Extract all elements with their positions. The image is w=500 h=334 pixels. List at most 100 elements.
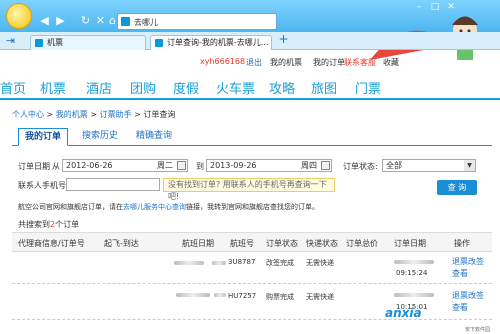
phone-label: 联系人手机号 [18, 181, 66, 190]
result-prefix: 共搜索到 [18, 220, 50, 229]
flight-number: HU7257 [228, 292, 257, 300]
menu-item-groupbuy[interactable]: 团购 [130, 78, 156, 97]
menu-item-travelphotos[interactable]: 旅图 [311, 78, 337, 97]
from-date-value: 2012-06-26 [66, 161, 113, 170]
to-weekday: 周四 [301, 161, 317, 170]
tab-list-icon[interactable]: ⇥ [4, 34, 17, 47]
refund-change-link[interactable]: 退票改签 [452, 290, 484, 301]
logout-link[interactable]: 退出 [246, 57, 262, 68]
from-date-input[interactable]: 2012-06-26 周二 [62, 159, 188, 172]
username[interactable]: xyh666168 [200, 57, 245, 66]
breadcrumb-my-tickets[interactable]: 我的机票 [56, 110, 88, 119]
tab-label: 订单查询-我的机票-去哪儿... [167, 38, 269, 47]
tab-label: 机票 [47, 38, 63, 47]
result-suffix: 个订单 [55, 220, 80, 229]
to-label: 到 [196, 162, 204, 171]
to-date-value: 2013-09-26 [210, 161, 257, 170]
column-header: 操作 [454, 239, 470, 248]
from-weekday: 周二 [157, 161, 173, 170]
column-header: 航班号 [230, 239, 254, 248]
tab-favicon-icon [35, 39, 43, 47]
column-header: 订单总价 [346, 239, 378, 248]
back-icon[interactable]: ◀ [38, 14, 51, 27]
service-center-link[interactable]: 去哪儿服务中心查询 [123, 203, 186, 211]
flight-number: 3U8787 [228, 258, 256, 266]
service-link[interactable]: 联系客服 [344, 57, 376, 68]
watermark-subtext: 安下软件园 [465, 327, 491, 333]
breadcrumb: 个人中心 > 我的机票 > 订票助手 > 订单查询 [12, 109, 175, 120]
menu-item-tickets[interactable]: 门票 [355, 78, 381, 97]
menu-item-home[interactable]: 首页 [0, 78, 26, 97]
official-order-note: 航空公司官网和旗舰店订单，请在去哪儿服务中心查询链接，我转到官网和旗舰店查找您的… [18, 202, 319, 212]
menu-item-guides[interactable]: 攻略 [269, 78, 295, 97]
phone-tip: 没有找到订单? 用联系人的手机号再查询一下吧! [163, 178, 335, 201]
order-status: 改签完成 [266, 259, 294, 267]
redacted-text [214, 293, 226, 297]
tab-my-orders[interactable]: 我的订单 [18, 128, 69, 146]
calendar-icon[interactable] [321, 161, 330, 170]
table-row: 3U8787 改签完成 无需快递 09:15:24 退票改签 查看 [12, 254, 492, 284]
order-subtabs: 我的订单 搜索历史 精确查询 [12, 126, 492, 146]
menu-item-train[interactable]: 火车票 [216, 78, 255, 97]
calendar-icon[interactable] [177, 161, 186, 170]
menu-item-hotels[interactable]: 酒店 [86, 78, 112, 97]
column-header: 航班日期 [182, 239, 214, 248]
redacted-text [176, 293, 210, 297]
redacted-text [394, 293, 434, 297]
breadcrumb-personal-center[interactable]: 个人中心 [12, 110, 44, 119]
express-status: 无需快递 [306, 259, 334, 267]
watermark-text: anxia [385, 306, 422, 320]
order-status-label: 订单状态: [343, 162, 378, 171]
navigation-bar: ◀ ▶ ↻ ✕ ⌂ 去哪儿 [0, 11, 400, 32]
note-text-before: 航空公司官网和旗舰店订单，请在 [18, 203, 123, 211]
query-button[interactable]: 查 询 [437, 180, 477, 195]
phone-input[interactable] [66, 178, 160, 191]
order-status: 购票完成 [266, 293, 294, 301]
tab-order-query[interactable]: 订单查询-我的机票-去哪儿... [150, 35, 272, 50]
new-tab-button[interactable]: + [277, 33, 290, 46]
site-favicon-icon [121, 17, 130, 26]
breadcrumb-booking-helper[interactable]: 订票助手 [100, 110, 132, 119]
tab-flights[interactable]: 机票 [30, 35, 146, 50]
redacted-text [394, 260, 434, 264]
tab-precise-query[interactable]: 精确查询 [130, 128, 178, 146]
favorite-link[interactable]: 收藏 [383, 57, 399, 68]
tab-favicon-icon [155, 39, 163, 47]
column-header: 快递状态 [306, 239, 338, 248]
menu-item-vacation[interactable]: 度假 [173, 78, 199, 97]
breadcrumb-current: 订单查询 [143, 110, 176, 119]
forward-icon[interactable]: ▶ [54, 14, 67, 27]
my-ticket-link[interactable]: 我的机票 [270, 57, 302, 68]
tab-search-history[interactable]: 搜索历史 [76, 128, 124, 146]
redacted-text [174, 261, 204, 265]
breadcrumb-separator: > [134, 110, 141, 119]
express-status: 无需快递 [306, 293, 334, 301]
column-header: 订单日期 [394, 239, 426, 248]
result-count: 共搜索到2个订单 [18, 219, 79, 230]
order-status-value: 全部 [386, 161, 402, 170]
address-bar[interactable]: 去哪儿 [117, 13, 277, 30]
my-order-link[interactable]: 我的订单 [313, 57, 345, 68]
main-menu: 首页 机票 酒店 团购 度假 火车票 攻略 旅图 门票 [0, 78, 500, 98]
column-header: 起飞-到达 [104, 239, 139, 248]
browser-tab-bar: ⇥ 机票 订单查询-我的机票-去哪儿... + [0, 32, 500, 50]
table-header: 代理商信息/订单号 起飞-到达 航班日期 航班号 订单状态 快递状态 订单总价 … [12, 232, 492, 252]
note-text-after: 链接，我转到官网和旗舰店查找您的订单。 [186, 203, 319, 211]
column-header: 代理商信息/订单号 [18, 239, 85, 248]
menu-item-flights[interactable]: 机票 [40, 78, 66, 97]
umbrella-decoration-icon [370, 16, 478, 60]
refresh-icon[interactable]: ↻ [79, 14, 92, 27]
to-date-input[interactable]: 2013-09-26 周四 [206, 159, 332, 172]
order-date-label: 订单日期 [18, 162, 50, 171]
order-status-select[interactable]: 全部 ▼ [382, 159, 476, 172]
redacted-text [212, 261, 226, 265]
refund-change-link[interactable]: 退票改签 [452, 256, 484, 267]
chevron-down-icon: ▼ [464, 160, 475, 171]
address-text: 去哪儿 [134, 18, 158, 27]
view-link[interactable]: 查看 [452, 268, 468, 279]
from-label: 从 [52, 162, 60, 171]
menu-divider [0, 98, 500, 100]
column-header: 订单状态 [266, 239, 298, 248]
breadcrumb-separator: > [90, 110, 98, 119]
watermark-logo: anxia 安下软件园 [385, 306, 500, 334]
